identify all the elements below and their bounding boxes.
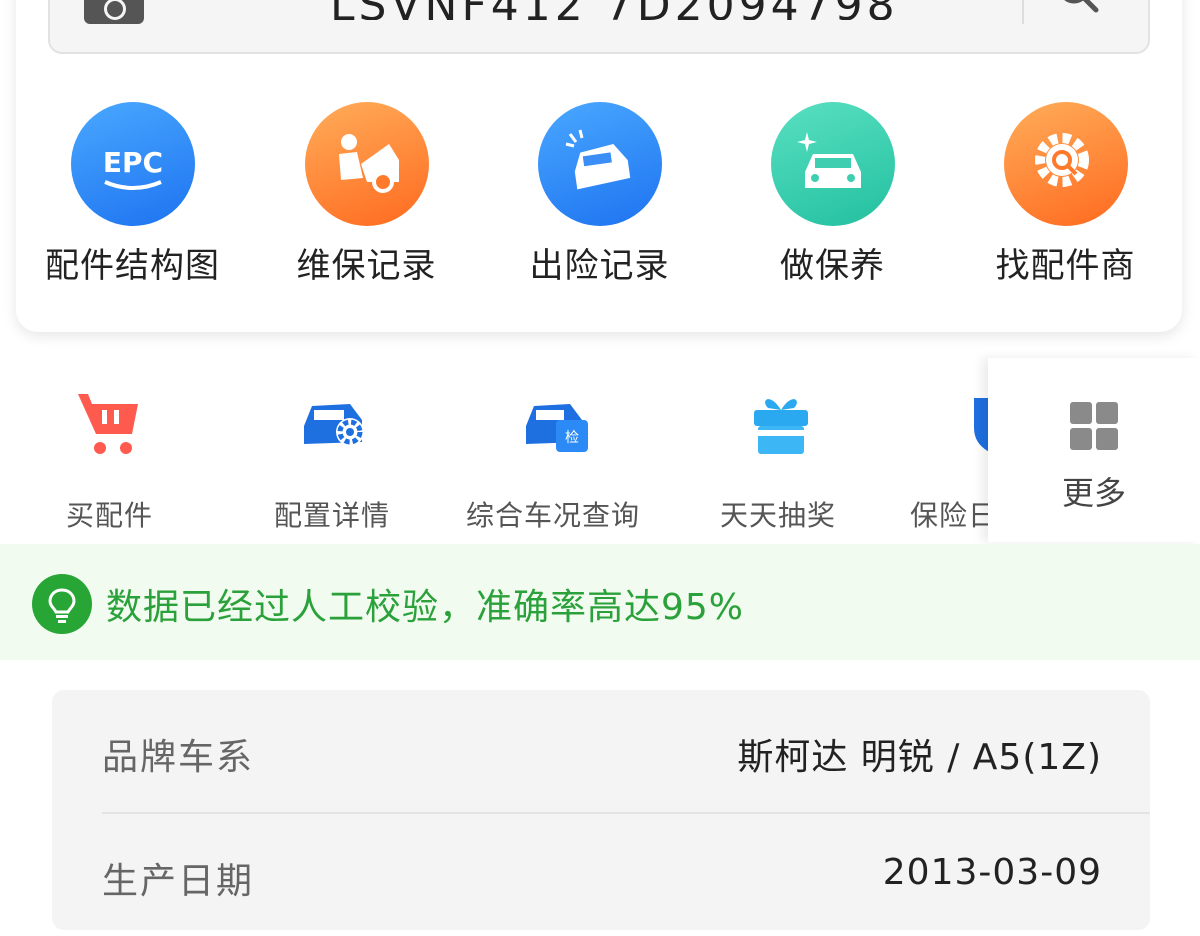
tool-daily-lottery[interactable]: 天天抽奖 xyxy=(716,388,846,538)
vehicle-info-card: 品牌车系 斯柯达 明锐 / A5(1Z) 生产日期 2013-03-09 xyxy=(52,690,1150,930)
quick-action-label: 出险记录 xyxy=(529,246,670,286)
tool-label: 配置详情 xyxy=(274,499,391,532)
quick-action-label: 维保记录 xyxy=(296,246,437,286)
car-sparkle-icon xyxy=(771,102,895,226)
vin-input[interactable]: LSVNF412 7D2094798 xyxy=(330,0,950,20)
camera-icon[interactable] xyxy=(84,0,144,24)
tool-insurance-day[interactable]: 保险日 xyxy=(906,388,988,538)
info-key: 生产日期 xyxy=(102,861,255,902)
search-divider xyxy=(1022,0,1024,24)
tool-label: 保险日 xyxy=(910,499,988,532)
inspection-badge-text: 检 xyxy=(565,430,579,446)
vin-search-bar[interactable]: LSVNF412 7D2094798 xyxy=(48,0,1150,54)
info-key: 品牌车系 xyxy=(102,737,255,778)
tool-config-details[interactable]: 配置详情 xyxy=(270,388,400,538)
info-value: 2013-03-09 xyxy=(882,852,1102,893)
mechanic-repair-icon xyxy=(305,102,429,226)
quick-action-maintenance[interactable]: 做保养 xyxy=(716,100,949,290)
epc-icon: EPC xyxy=(71,102,195,226)
quick-action-label: 配件结构图 xyxy=(45,246,220,286)
tool-label: 买配件 xyxy=(66,499,154,532)
car-inspection-icon: 检 xyxy=(526,404,588,452)
quick-actions-row: EPC 配件结构图 维保记录 出险记录 做保养 找配件商 xyxy=(16,100,1182,290)
info-row-production-date: 生产日期 2013-03-09 xyxy=(102,814,1102,936)
search-icon[interactable] xyxy=(1056,0,1100,14)
tool-label: 综合车况查询 xyxy=(466,499,641,532)
info-value: 斯柯达 明锐 / A5(1Z) xyxy=(737,737,1102,778)
accuracy-notice: 数据已经过人工校验，准确率高达95% xyxy=(0,544,1200,660)
quick-action-label: 做保养 xyxy=(780,246,885,286)
gift-icon xyxy=(754,399,808,454)
more-label: 更多 xyxy=(1061,474,1126,512)
quick-action-maintenance-records[interactable]: 维保记录 xyxy=(250,100,483,290)
quick-action-find-supplier[interactable]: 找配件商 xyxy=(949,100,1182,290)
gear-search-icon xyxy=(1004,102,1128,226)
quick-action-accident-records[interactable]: 出险记录 xyxy=(483,100,716,290)
shopping-cart-icon xyxy=(78,394,138,454)
car-crash-icon xyxy=(538,102,662,226)
quick-action-label: 找配件商 xyxy=(995,246,1136,286)
tool-buy-parts[interactable]: 买配件 xyxy=(0,388,220,538)
notice-text: 数据已经过人工校验，准确率高达95% xyxy=(106,587,745,628)
car-settings-icon xyxy=(304,404,364,446)
more-button[interactable]: 更多 xyxy=(988,358,1200,542)
tool-label: 天天抽奖 xyxy=(720,499,837,532)
tool-vehicle-condition[interactable]: 检 综合车况查询 xyxy=(466,388,646,538)
grid-icon xyxy=(1070,402,1120,452)
quick-action-epc[interactable]: EPC 配件结构图 xyxy=(16,100,249,290)
shield-icon xyxy=(974,398,988,452)
lightbulb-icon xyxy=(32,574,92,634)
epc-badge-text: EPC xyxy=(103,146,163,179)
info-row-brand: 品牌车系 斯柯达 明锐 / A5(1Z) xyxy=(102,690,1102,812)
